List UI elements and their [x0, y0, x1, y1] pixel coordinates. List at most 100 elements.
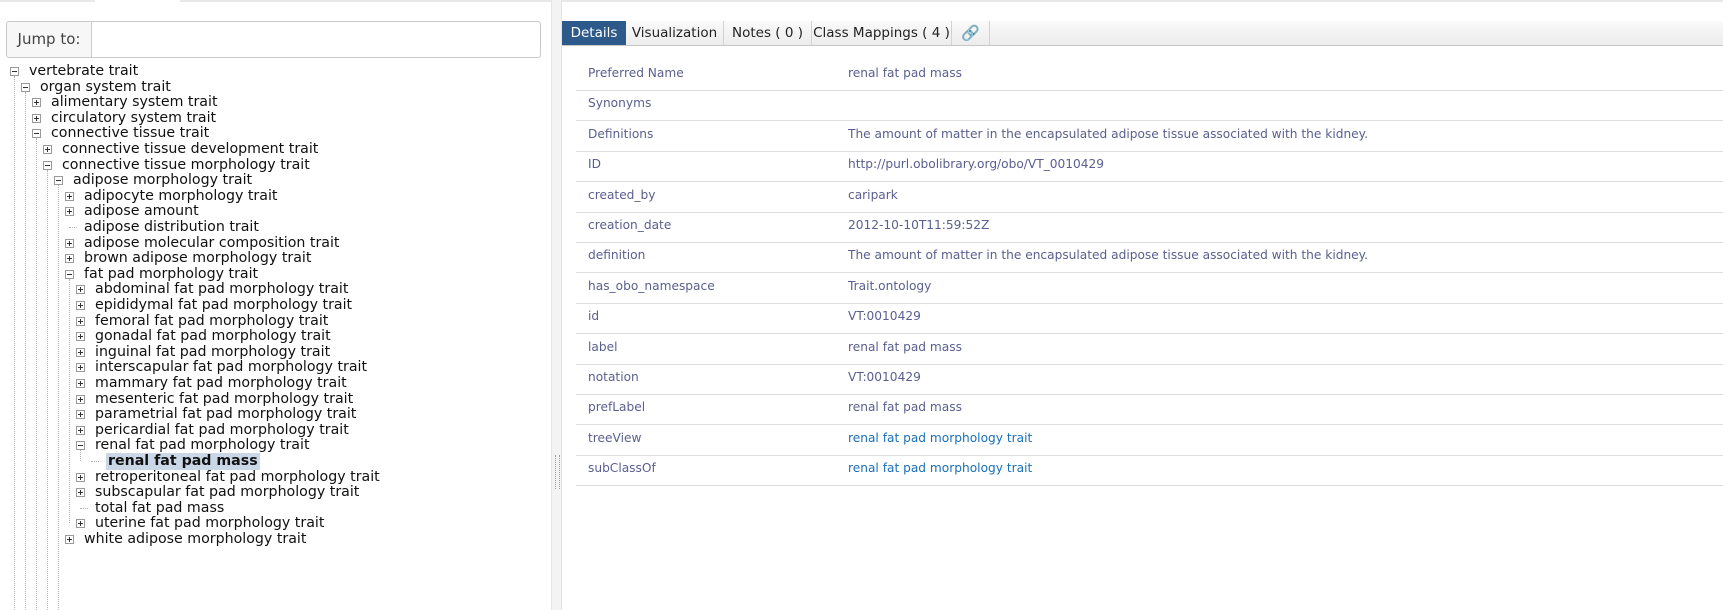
tab-visualization[interactable]: Visualization — [626, 21, 724, 45]
detail-row: created_by caripark — [576, 180, 1723, 213]
expand-icon[interactable] — [65, 191, 74, 201]
detail-key: has_obo_namespace — [588, 278, 715, 293]
detail-key: definition — [588, 248, 646, 263]
tab-details[interactable]: Details — [562, 21, 626, 45]
tree-guide-line — [47, 169, 48, 610]
tree-node-label[interactable]: vertebrate trait — [29, 63, 138, 80]
tree-node-label[interactable]: circulatory system trait — [51, 110, 216, 127]
tree-node-label[interactable]: mesenteric fat pad morphology trait — [95, 391, 353, 408]
expand-icon[interactable] — [65, 238, 74, 248]
detail-key: id — [588, 309, 600, 324]
tree-node-label[interactable]: adipose morphology trait — [73, 172, 252, 189]
detail-value: renal fat pad mass — [848, 66, 962, 80]
expand-icon[interactable] — [43, 145, 52, 154]
collapse-icon[interactable] — [65, 269, 74, 279]
tab-class-mappings-4[interactable]: Class Mappings ( 4 ) — [812, 21, 952, 45]
detail-value: renal fat pad mass — [848, 339, 962, 354]
tree-node-label[interactable]: connective tissue development trait — [62, 141, 318, 158]
expand-icon[interactable] — [76, 410, 85, 420]
tree-node-label[interactable]: adipose amount — [84, 203, 199, 220]
collapse-icon[interactable] — [21, 82, 30, 92]
detail-key: treeView — [588, 430, 642, 445]
detail-value-link[interactable]: renal fat pad morphology trait — [848, 461, 1032, 475]
tree-guide-line — [25, 91, 26, 610]
detail-value-link[interactable]: renal fat pad morphology trait — [848, 431, 1032, 445]
tree-node-label[interactable]: femoral fat pad morphology trait — [95, 313, 328, 330]
tree-node-label[interactable]: renal fat pad morphology trait — [95, 437, 310, 454]
tree-node-label[interactable]: subscapular fat pad morphology trait — [95, 484, 359, 501]
expand-icon[interactable] — [32, 113, 41, 123]
expand-icon[interactable] — [65, 207, 74, 217]
collapse-icon[interactable] — [10, 67, 19, 76]
detail-value: caripark — [848, 187, 898, 202]
collapse-icon[interactable] — [54, 176, 63, 186]
detail-row: Preferred Name renal fat pad mass — [576, 58, 1723, 91]
class-tree: vertebrate trait organ system trait alimen… — [0, 2, 551, 610]
detail-key: label — [588, 339, 618, 354]
detail-key: ID — [588, 157, 601, 172]
expand-icon[interactable] — [76, 285, 85, 295]
tree-node-label[interactable]: connective tissue morphology trait — [62, 157, 310, 174]
tree-node-label-selected[interactable]: renal fat pad mass — [106, 453, 260, 470]
collapse-icon[interactable] — [76, 441, 85, 451]
tree-node-label[interactable]: white adipose morphology trait — [84, 531, 306, 548]
expand-icon[interactable] — [32, 98, 41, 108]
right-pane: Details Visualization Notes ( 0 ) Class Map… — [562, 2, 1723, 610]
expand-icon[interactable] — [76, 519, 85, 529]
tree-guide-line — [80, 450, 81, 461]
jump-to-input[interactable] — [92, 22, 540, 57]
tree-node-label[interactable]: total fat pad mass — [95, 500, 224, 517]
jump-to-label: Jump to: — [7, 22, 92, 57]
expand-icon[interactable] — [76, 379, 85, 388]
splitter-grip-icon[interactable] — [555, 455, 560, 489]
tree-node-label[interactable]: gonadal fat pad morphology trait — [95, 328, 331, 345]
tree-guide-line — [69, 278, 70, 524]
tree-node-label[interactable]: pericardial fat pad morphology trait — [95, 422, 349, 439]
tree-node-label[interactable]: adipocyte morphology trait — [84, 188, 277, 205]
tree-node-label[interactable]: interscapular fat pad morphology trait — [95, 359, 367, 376]
tree-node-label[interactable]: alimentary system trait — [51, 94, 218, 111]
detail-key: creation_date — [588, 218, 672, 232]
tree-node-label[interactable]: retroperitoneal fat pad morphology trait — [95, 469, 380, 486]
expand-icon[interactable] — [76, 316, 85, 326]
expand-icon[interactable] — [76, 332, 85, 342]
expand-icon[interactable] — [76, 301, 85, 310]
detail-key: Definitions — [588, 126, 654, 141]
detail-row: label renal fat pad mass — [576, 332, 1723, 365]
expand-icon[interactable] — [65, 535, 74, 544]
tab-notes-0[interactable]: Notes ( 0 ) — [724, 21, 812, 45]
tree-node-label[interactable]: abdominal fat pad morphology trait — [95, 281, 348, 298]
tree-node-label[interactable]: fat pad morphology trait — [84, 266, 258, 283]
tree-node-label[interactable]: organ system trait — [40, 79, 171, 96]
tree-node-label[interactable]: adipose molecular composition trait — [84, 235, 340, 252]
expand-icon[interactable] — [65, 254, 74, 264]
expand-icon[interactable] — [76, 363, 85, 373]
tree-node-label[interactable]: inguinal fat pad morphology trait — [95, 344, 330, 361]
detail-key: Preferred Name — [588, 66, 684, 80]
link-icon[interactable]: 🔗 — [952, 21, 990, 45]
expand-icon[interactable] — [76, 425, 85, 435]
detail-row: subClassOf renal fat pad morphology trait — [576, 453, 1723, 487]
tree-node-label[interactable]: connective tissue trait — [51, 125, 209, 142]
expand-icon[interactable] — [76, 488, 85, 498]
detail-row: id VT:0010429 — [576, 301, 1723, 335]
pane-splitter[interactable] — [551, 0, 562, 610]
tree-guide-line — [58, 185, 59, 610]
tree-node-label[interactable]: uterine fat pad morphology trait — [95, 515, 324, 532]
expand-icon[interactable] — [76, 394, 85, 404]
tree-node-label[interactable]: mammary fat pad morphology trait — [95, 375, 347, 392]
detail-row: ID http://purl.obolibrary.org/obo/VT_0010… — [576, 149, 1723, 183]
expand-icon[interactable] — [76, 472, 85, 482]
tree-guide-line — [14, 76, 15, 610]
expand-icon[interactable] — [76, 347, 85, 357]
tree-node-label[interactable]: parametrial fat pad morphology trait — [95, 406, 356, 423]
detail-value: VT:0010429 — [848, 370, 921, 384]
tree-node-label[interactable]: epididymal fat pad morphology trait — [95, 297, 352, 314]
detail-row: Definitions The amount of matter in the e… — [576, 119, 1723, 152]
tree-connector — [80, 507, 88, 509]
tree-node-label[interactable]: adipose distribution trait — [84, 219, 259, 236]
tree-node-label[interactable]: brown adipose morphology trait — [84, 250, 311, 267]
collapse-icon[interactable] — [32, 129, 41, 139]
collapse-icon[interactable] — [43, 160, 52, 170]
detail-key: subClassOf — [588, 461, 656, 476]
